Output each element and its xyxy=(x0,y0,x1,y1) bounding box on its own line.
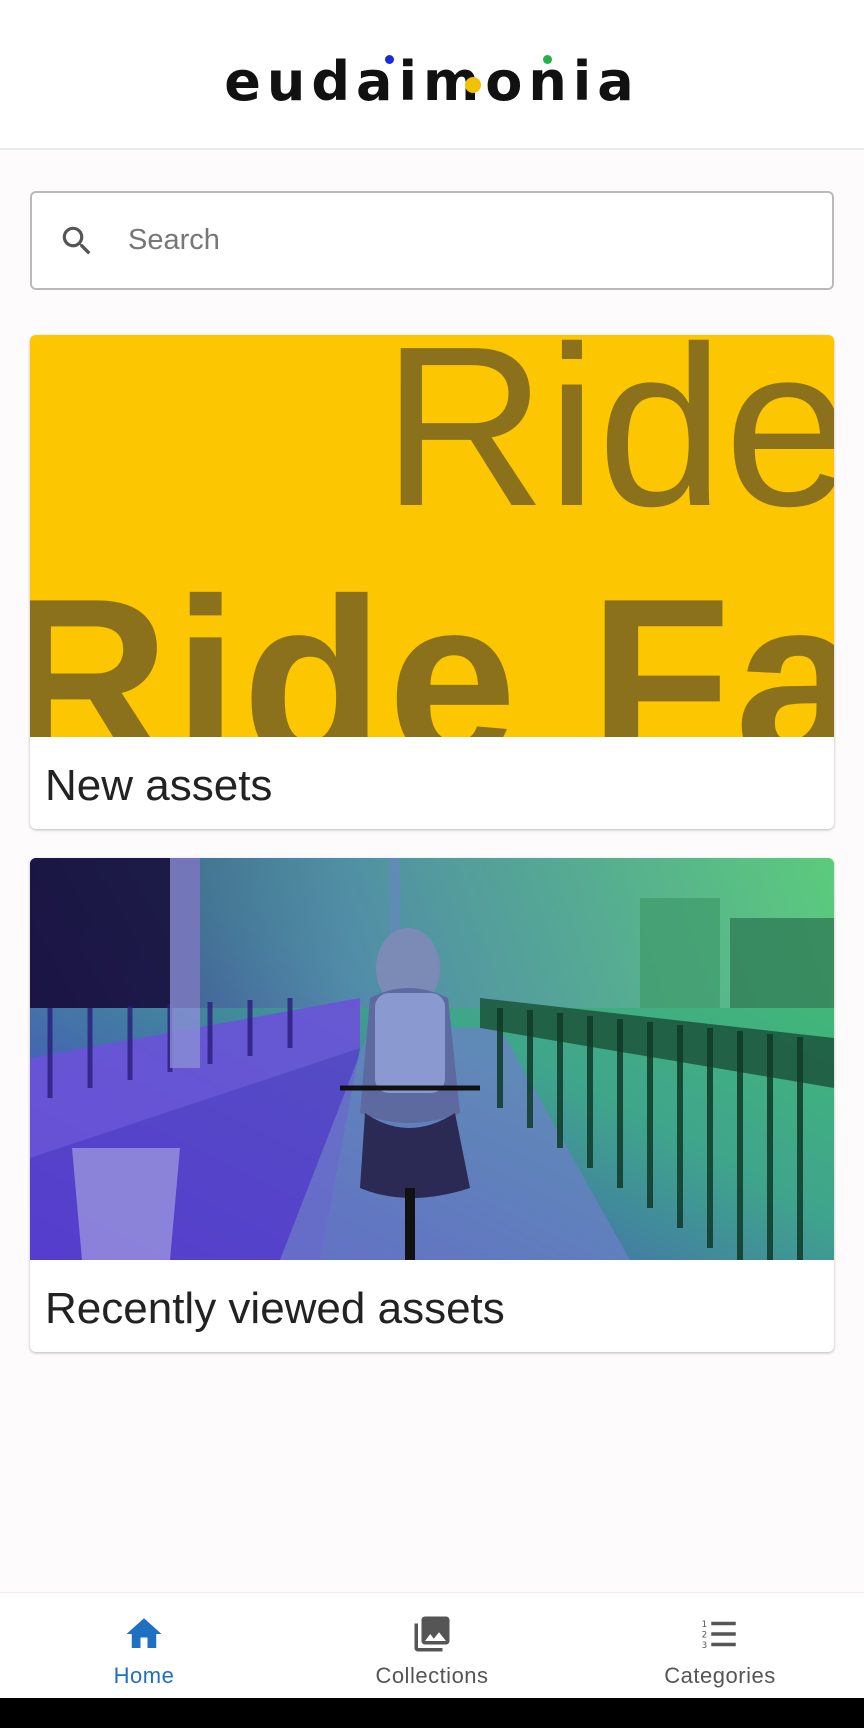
logo-dot-yellow xyxy=(465,76,482,93)
recently-viewed-assets-card[interactable]: Recently viewed assets xyxy=(30,858,834,1352)
app-header: eudaimonia xyxy=(0,0,864,150)
categories-icon: 1 2 3 xyxy=(702,1620,736,1651)
home-icon xyxy=(126,1618,162,1648)
nav-categories[interactable]: 1 2 3 Categories xyxy=(576,1593,864,1699)
card-title: New assets xyxy=(45,761,273,810)
nav-home[interactable]: Home xyxy=(0,1593,288,1699)
nav-collections[interactable]: Collections xyxy=(288,1593,576,1699)
eudaimonia-logo: eudaimonia xyxy=(224,50,639,113)
new-assets-card[interactable]: Ride Ride Fas New assets xyxy=(30,335,834,829)
logo-text: eudaimonia xyxy=(224,49,640,113)
system-navigation-bar xyxy=(0,1698,864,1728)
home-screen: eudaimonia Ride Ride Fas New assets xyxy=(0,0,864,1728)
search-input[interactable] xyxy=(128,224,808,257)
nav-home-label: Home xyxy=(113,1663,175,1688)
recently-viewed-image xyxy=(30,858,834,1260)
new-assets-image: Ride Ride Fas xyxy=(30,335,834,737)
search-icon xyxy=(62,226,91,254)
image-text-ride: Ride xyxy=(382,335,834,554)
cyclist-bridge-photo xyxy=(30,858,834,1260)
svg-text:2: 2 xyxy=(702,1631,708,1641)
logo-dot-blue xyxy=(385,54,395,64)
search-box[interactable] xyxy=(30,191,834,290)
nav-categories-label: Categories xyxy=(664,1663,776,1688)
nav-collections-label: Collections xyxy=(375,1663,489,1688)
bottom-navigation: Home Collections 1 2 3 Categories xyxy=(0,1592,864,1698)
svg-text:1: 1 xyxy=(702,1620,708,1630)
collections-icon xyxy=(414,1616,450,1652)
image-text-ride-fast: Ride Fas xyxy=(30,551,834,737)
logo-dot-green xyxy=(543,54,553,64)
svg-text:3: 3 xyxy=(702,1641,708,1651)
card-title: Recently viewed assets xyxy=(45,1284,505,1333)
